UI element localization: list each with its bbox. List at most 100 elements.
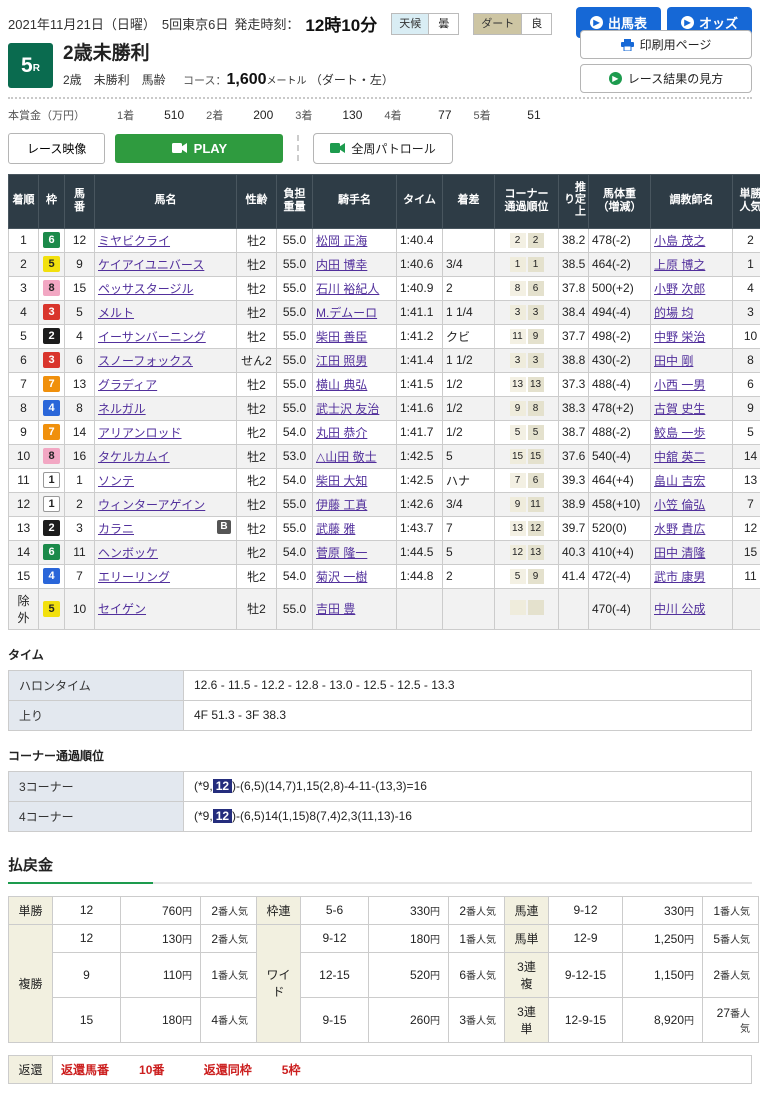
body-weight: 464(-2)	[589, 252, 651, 276]
horse-link[interactable]: ソンテ	[98, 474, 134, 488]
margin: 1 1/4	[443, 300, 495, 324]
jockey-link[interactable]: 松岡 正海	[316, 234, 367, 248]
horse-number: 15	[65, 276, 95, 300]
jockey-cell: 吉田 豊	[313, 588, 397, 629]
horse-link[interactable]: グラディア	[98, 378, 157, 392]
col-weight: 負担 重量	[277, 174, 313, 228]
horse-link[interactable]: ペッサスタージル	[98, 282, 194, 296]
jockey-link[interactable]: M.デムーロ	[316, 306, 377, 320]
horse-link[interactable]: ヘンボッケ	[98, 546, 158, 560]
payout-label: 3連単	[505, 997, 549, 1042]
jockey-link[interactable]: 菅原 隆一	[316, 546, 367, 560]
carried-weight: 53.0	[277, 444, 313, 468]
play-button[interactable]: PLAY	[115, 134, 283, 163]
jockey-cell: 武士沢 友治	[313, 396, 397, 420]
race-header: 5R 2歳未勝利 2歳 未勝利 馬齢 コース：1,600メートル （ダート・左）	[8, 43, 593, 97]
trainer-link[interactable]: 小島 茂之	[654, 234, 705, 248]
corner3-position	[510, 600, 526, 615]
horse-link[interactable]: ネルガル	[98, 402, 146, 416]
last-3f: 41.4	[559, 564, 589, 588]
jockey-link[interactable]: 伊藤 工真	[316, 498, 367, 512]
horse-link[interactable]: タケルカムイ	[98, 450, 170, 464]
sex-age: 牡2	[237, 324, 277, 348]
corner-positions: 86	[495, 276, 559, 300]
horse-cell: スノーフォックス	[95, 348, 237, 372]
payout-amount: 8,920円	[623, 997, 703, 1042]
horse-link[interactable]: ミヤビクライ	[98, 234, 170, 248]
horse-link[interactable]: スノーフォックス	[98, 354, 193, 368]
result-row: 2 5 9 ケイアイユニバース 牡2 55.0 内田 博幸 1:40.6 3/4…	[9, 252, 760, 276]
trainer-link[interactable]: 中野 栄治	[654, 330, 705, 344]
trainer-link[interactable]: 小笠 倫弘	[654, 498, 705, 512]
trainer-link[interactable]: 的場 均	[654, 306, 693, 320]
win-favorite: 6	[733, 372, 760, 396]
horse-link[interactable]: セイゲン	[98, 602, 146, 616]
finish-time: 1:41.1	[397, 300, 443, 324]
patrol-video-button[interactable]: 全周パトロール	[313, 133, 452, 164]
win-favorite: 14	[733, 444, 760, 468]
win-favorite: 3	[733, 300, 760, 324]
jockey-cell: 丸田 恭介	[313, 420, 397, 444]
trainer-link[interactable]: 武市 康男	[654, 570, 705, 584]
jockey-link[interactable]: 武士沢 友治	[316, 402, 379, 416]
trainer-link[interactable]: 田中 剛	[654, 354, 693, 368]
jockey-link[interactable]: 柴田 善臣	[316, 330, 367, 344]
sex-age: 牡2	[237, 372, 277, 396]
jockey-link[interactable]: 江田 照男	[316, 354, 367, 368]
horse-link[interactable]: エリーリング	[98, 570, 170, 584]
sex-age: 牝2	[237, 564, 277, 588]
trainer-link[interactable]: 中舘 英二	[654, 450, 705, 464]
result-guide-button[interactable]: ▶ レース結果の見方	[580, 64, 752, 93]
trainer-link[interactable]: 田中 清隆	[654, 546, 705, 560]
finish-time: 1:43.7	[397, 516, 443, 540]
trainer-link[interactable]: 小野 次郎	[654, 282, 705, 296]
trainer-link[interactable]: 畠山 吉宏	[654, 474, 705, 488]
race-number-badge: 5R	[8, 43, 53, 88]
jockey-link[interactable]: 菊沢 一樹	[316, 570, 367, 584]
margin: 7	[443, 516, 495, 540]
jockey-link[interactable]: 石川 裕紀人	[316, 282, 379, 296]
finish-time: 1:44.8	[397, 564, 443, 588]
body-weight: 410(+4)	[589, 540, 651, 564]
trainer-link[interactable]: 上原 博之	[654, 258, 705, 272]
race-video-button[interactable]: レース映像	[8, 133, 105, 164]
trainer-link[interactable]: 小西 一男	[654, 378, 705, 392]
payout-amount: 1,250円	[623, 924, 703, 952]
jockey-link[interactable]: 吉田 豊	[316, 602, 355, 616]
finish-time: 1:41.6	[397, 396, 443, 420]
corner-positions: 22	[495, 228, 559, 252]
finish-position: 14	[9, 540, 39, 564]
trainer-link[interactable]: 中川 公成	[654, 602, 705, 616]
payout-label: ワイド	[257, 924, 301, 1042]
carried-weight: 55.0	[277, 324, 313, 348]
col-sex-age: 性齢	[237, 174, 277, 228]
horse-link[interactable]: メルト	[98, 306, 134, 320]
last-3f: 37.3	[559, 372, 589, 396]
col-bracket: 枠	[39, 174, 65, 228]
jockey-link[interactable]: △山田 敬士	[316, 450, 377, 464]
trainer-link[interactable]: 水野 貴広	[654, 522, 705, 536]
trainer-link[interactable]: 古賀 史生	[654, 402, 705, 416]
last-3f: 37.6	[559, 444, 589, 468]
margin: 1/2	[443, 396, 495, 420]
horse-link[interactable]: ウィンターアゲイン	[98, 498, 205, 512]
jockey-link[interactable]: 柴田 大知	[316, 474, 367, 488]
print-page-button[interactable]: 印刷用ページ	[580, 30, 752, 59]
jockey-cell: △山田 敬士	[313, 444, 397, 468]
jockey-link[interactable]: 武藤 雅	[316, 522, 355, 536]
corner3-position: 3	[510, 353, 526, 368]
arrow-circle-icon: ▶	[590, 16, 603, 29]
jockey-link[interactable]: 丸田 恭介	[316, 426, 367, 440]
horse-link[interactable]: イーサンバーニング	[98, 330, 206, 344]
jockey-link[interactable]: 内田 博幸	[316, 258, 367, 272]
payout-favorite: 2番人気	[449, 896, 505, 924]
race-result-page: 2021年11月21日（日曜） 5回東京6日 発走時刻： 12時10分 天候 曇…	[0, 0, 760, 1098]
payout-table: 単勝 12 760円 2番人気 枠連 5-6 330円 2番人気 馬連 9-12…	[8, 896, 759, 1043]
sex-age: 牡2	[237, 276, 277, 300]
jockey-link[interactable]: 横山 典弘	[316, 378, 367, 392]
finish-time: 1:40.9	[397, 276, 443, 300]
trainer-link[interactable]: 鮫島 一歩	[654, 426, 705, 440]
horse-link[interactable]: ケイアイユニバース	[98, 258, 204, 272]
horse-link[interactable]: カラニ	[98, 522, 134, 536]
horse-link[interactable]: アリアンロッド	[98, 426, 182, 440]
